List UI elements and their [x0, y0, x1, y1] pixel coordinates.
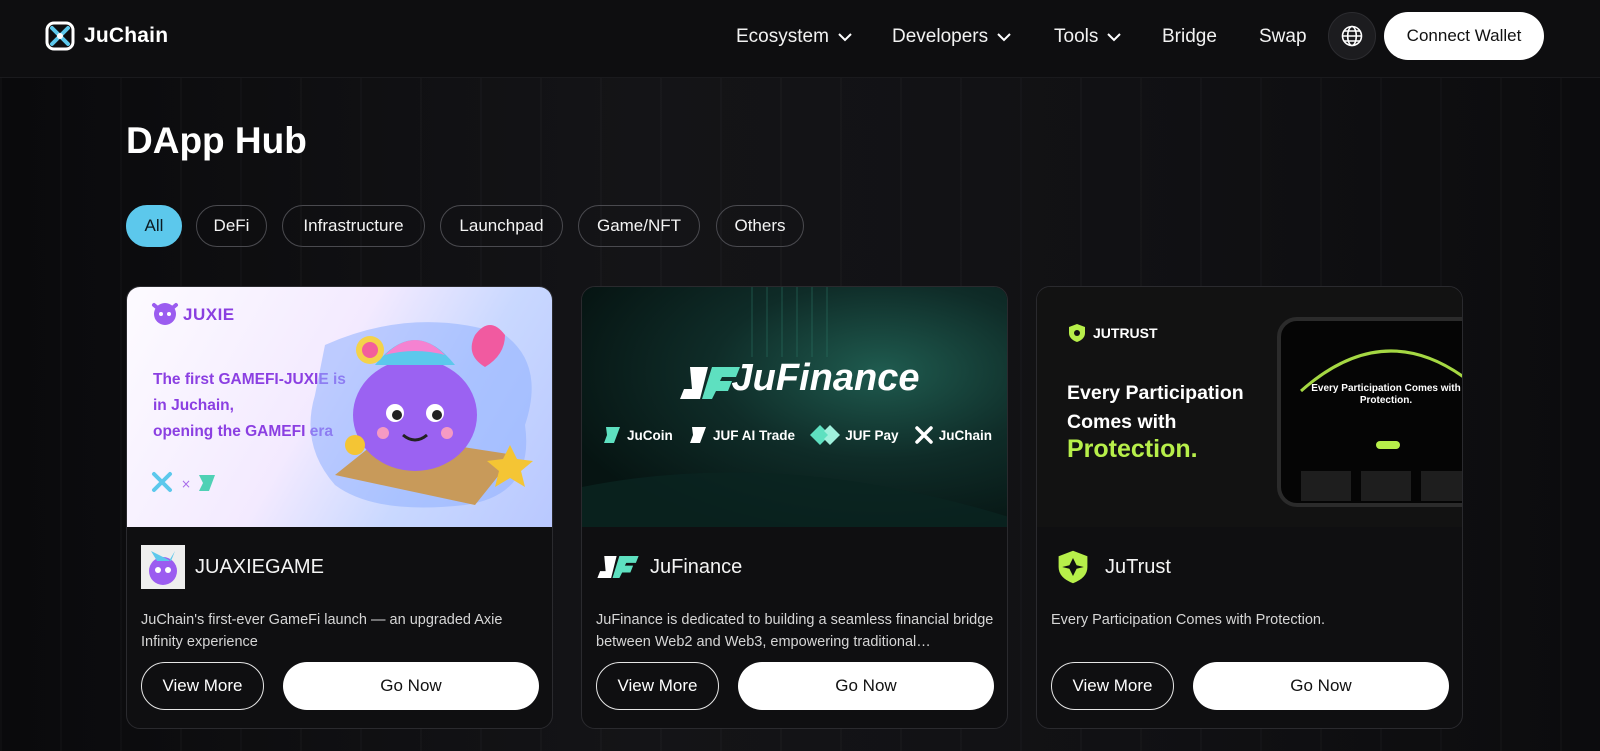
- card-header: JUAXIEGAME: [141, 545, 324, 589]
- card-title: JuFinance: [650, 555, 743, 578]
- card-banner-jufinance: JuFinance JuCoin JUF AI Trade JUF Pay Ju…: [582, 287, 1007, 527]
- shield-icon: [1069, 324, 1085, 342]
- juf-ai-icon: [689, 427, 706, 443]
- page-title: DApp Hub: [126, 120, 307, 161]
- card-title: JuTrust: [1105, 555, 1171, 578]
- partner-jucoin: JuCoin: [602, 425, 673, 445]
- chevron-down-icon: [997, 33, 1011, 42]
- partner-label: JUF AI Trade: [712, 427, 795, 443]
- partner-list: JuCoin JUF AI Trade JUF Pay JuChain: [602, 425, 992, 445]
- view-more-button[interactable]: View More: [1051, 662, 1174, 710]
- top-navbar: JuChain Ecosystem Developers Tools Bridg…: [0, 0, 1600, 78]
- filter-game-nft[interactable]: Game/NFT: [578, 205, 700, 247]
- partner-juf-ai-trade: JUF AI Trade: [688, 425, 795, 445]
- card-description: JuChain's first-ever GameFi launch — an …: [141, 612, 503, 650]
- brand[interactable]: JuChain: [44, 20, 168, 52]
- dapp-card-juaxiegame: JUXIE The first GAMEFI-JUXIE is in Jucha…: [126, 286, 553, 729]
- jutrust-brand-text: JUTRUST: [1093, 325, 1158, 341]
- nav-bridge-label: Bridge: [1162, 26, 1217, 47]
- nav-swap[interactable]: Swap: [1259, 26, 1307, 48]
- jutrust-headline-line: Every Participation: [1067, 382, 1244, 404]
- juf-pay-icon: [810, 425, 841, 445]
- filter-defi[interactable]: DeFi: [196, 205, 267, 247]
- filter-launchpad[interactable]: Launchpad: [440, 205, 563, 247]
- card-description: JuFinance is dedicated to building a sea…: [596, 612, 994, 650]
- go-now-button[interactable]: Go Now: [738, 662, 994, 710]
- view-more-button[interactable]: View More: [141, 662, 264, 710]
- card-header: JuFinance: [596, 545, 742, 589]
- juchain-icon: [914, 426, 933, 444]
- filter-all[interactable]: All: [126, 205, 182, 247]
- jucoin-icon: [604, 427, 620, 443]
- dapp-card-jufinance: JuFinance JuCoin JUF AI Trade JUF Pay Ju…: [581, 286, 1008, 729]
- filter-infrastructure[interactable]: Infrastructure: [282, 205, 425, 247]
- partner-logos-icon: ×: [152, 472, 215, 492]
- globe-icon: [1341, 25, 1363, 47]
- nav-swap-label: Swap: [1259, 26, 1307, 47]
- nav-tools-label: Tools: [1054, 26, 1099, 47]
- jutrust-accent: Protection.: [1067, 435, 1198, 463]
- shield-icon: [1058, 550, 1088, 584]
- go-now-button[interactable]: Go Now: [1193, 662, 1449, 710]
- dapp-card-jutrust: JUTRUST Every Participation Comes with P…: [1036, 286, 1463, 729]
- main-content: DApp Hub All DeFi Infrastructure Launchp…: [0, 78, 1600, 751]
- nav-ecosystem[interactable]: Ecosystem: [736, 26, 853, 48]
- jufinance-banner-title: JuFinance: [731, 357, 920, 399]
- language-button[interactable]: [1328, 12, 1376, 60]
- juxie-mascot-icon: [152, 303, 178, 325]
- jutrust-avatar: [1051, 545, 1095, 589]
- card-description: Every Participation Comes with Protectio…: [1051, 612, 1325, 628]
- partner-label: JUF Pay: [845, 427, 899, 443]
- partner-juf-pay: JUF Pay: [810, 425, 899, 445]
- brand-name: JuChain: [84, 24, 169, 47]
- jufinance-avatar: [596, 545, 640, 589]
- card-header: JuTrust: [1051, 545, 1171, 589]
- nav-bridge[interactable]: Bridge: [1162, 26, 1217, 48]
- filter-others[interactable]: Others: [716, 205, 804, 247]
- partner-juchain: JuChain: [914, 425, 992, 445]
- banner-pattern: [582, 287, 1007, 527]
- jufinance-logo-icon: [597, 556, 639, 578]
- device-glow: [1300, 349, 1462, 501]
- chevron-down-icon: [1107, 33, 1122, 42]
- nav-developers[interactable]: Developers: [892, 26, 1012, 48]
- go-now-button[interactable]: Go Now: [283, 662, 539, 710]
- connect-wallet-button[interactable]: Connect Wallet: [1384, 12, 1544, 60]
- partner-label: JuChain: [938, 427, 992, 443]
- juaxie-avatar: [141, 545, 185, 589]
- view-more-button[interactable]: View More: [596, 662, 719, 710]
- juxie-mascot-illustration: [310, 322, 533, 508]
- card-banner-juaxie: JUXIE The first GAMEFI-JUXIE is in Jucha…: [127, 287, 552, 527]
- juxie-monster-icon: [149, 551, 177, 585]
- card-title: JUAXIEGAME: [195, 555, 324, 578]
- juxie-brand: JUXIE: [183, 305, 235, 324]
- juchain-logo-icon: [45, 21, 75, 51]
- svg-text:×: ×: [181, 477, 191, 491]
- jutrust-headline: Every Participation Comes with: [1067, 379, 1244, 437]
- card-banner-jutrust: JUTRUST Every Participation Comes with P…: [1037, 287, 1462, 527]
- nav-ecosystem-label: Ecosystem: [736, 26, 829, 47]
- chevron-down-icon: [838, 33, 852, 42]
- jutrust-headline-line: Comes with: [1067, 411, 1177, 433]
- device-text: Every Participation Comes with Protectio…: [1311, 383, 1461, 406]
- nav-developers-label: Developers: [892, 26, 989, 47]
- jutrust-banner-brand: JUTRUST: [1067, 323, 1158, 343]
- nav-tools[interactable]: Tools: [1054, 26, 1122, 48]
- device-mockup: Every Participation Comes with Protectio…: [1277, 317, 1462, 507]
- partner-label: JuCoin: [627, 427, 673, 443]
